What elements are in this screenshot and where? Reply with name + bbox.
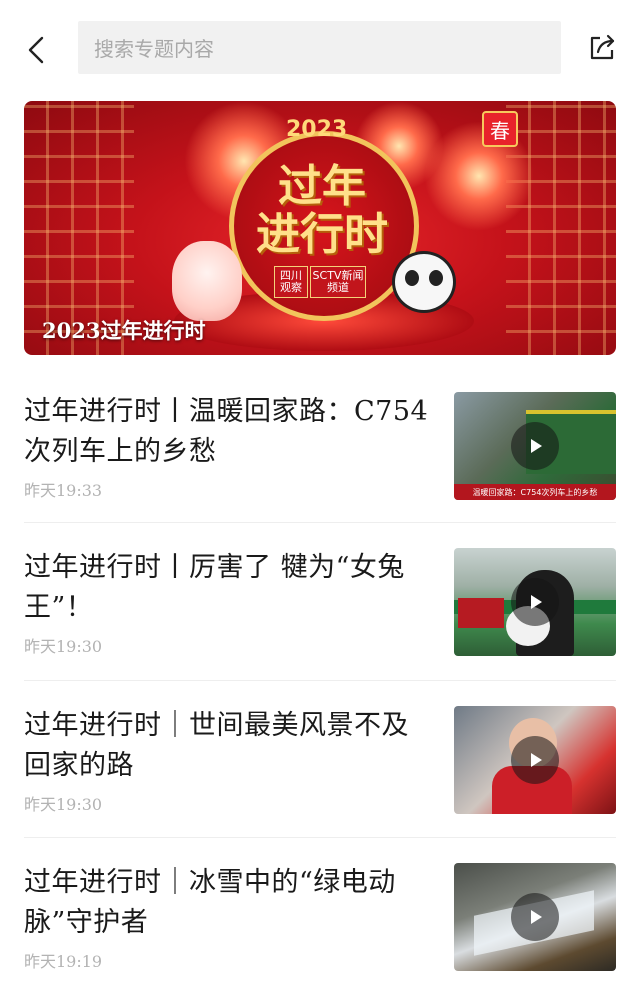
article-time: 昨天19:30 — [24, 637, 103, 656]
divider — [24, 837, 616, 838]
article-time: 昨天19:30 — [24, 795, 103, 814]
divider — [24, 522, 616, 523]
article-title: 过年进行时丨温暖回家路：C754次列车上的乡愁 — [24, 396, 429, 467]
list-item[interactable]: 过年进行时丨温暖回家路：C754次列车上的乡愁 昨天19:33 温暖回家路：C7… — [24, 392, 616, 502]
back-button[interactable] — [22, 30, 52, 70]
share-icon — [590, 34, 615, 60]
article-thumbnail — [454, 706, 616, 814]
play-icon[interactable] — [511, 422, 559, 470]
rabbit-mascot — [172, 241, 242, 321]
panda-mascot — [392, 251, 456, 313]
article-time: 昨天19:33 — [24, 481, 103, 500]
article-title: 过年进行时丨厉害了 犍为“女兔王”！ — [24, 552, 405, 623]
spring-badge: 春 — [482, 111, 518, 147]
list-item[interactable]: 过年进行时｜世间最美风景不及回家的路 昨天19:30 — [24, 706, 616, 816]
sichuan-observe-logo: 四川观察 — [274, 266, 308, 298]
article-time: 昨天19:19 — [24, 952, 103, 971]
article-title: 过年进行时｜冰雪中的“绿电动脉”守护者 — [24, 867, 396, 938]
search-input[interactable]: 搜索专题内容 — [78, 21, 561, 74]
play-icon[interactable] — [511, 893, 559, 941]
play-icon[interactable] — [511, 578, 559, 626]
banner-caption: 2023过年进行时 — [42, 318, 206, 343]
article-thumbnail — [454, 863, 616, 971]
list-item[interactable]: 过年进行时丨厉害了 犍为“女兔王”！ 昨天19:30 — [24, 548, 616, 658]
banner-main-title: 过年 进行时 — [252, 163, 392, 259]
topic-banner[interactable]: 2023 过年 进行时 四川观察 SCTV新闻频道 春 2023过年进行时 — [24, 101, 616, 355]
article-thumbnail — [454, 548, 616, 656]
search-placeholder: 搜索专题内容 — [94, 37, 214, 61]
thumbnail-caption: 温暖回家路：C754次列车上的乡愁 — [454, 484, 616, 500]
sign-board — [458, 598, 504, 628]
play-icon[interactable] — [511, 736, 559, 784]
back-arrow-icon — [28, 36, 44, 64]
banner-title-line1: 过年 — [278, 161, 366, 212]
banner-year: 2023 — [286, 117, 348, 142]
top-bar: 搜索专题内容 — [0, 0, 640, 98]
banner-title-line2: 进行时 — [256, 209, 388, 260]
sctv-logo: SCTV新闻频道 — [310, 266, 366, 298]
article-thumbnail: 温暖回家路：C754次列车上的乡愁 — [454, 392, 616, 500]
divider — [24, 680, 616, 681]
lattice-decoration — [506, 101, 616, 355]
article-title: 过年进行时｜世间最美风景不及回家的路 — [24, 710, 409, 781]
share-button[interactable] — [586, 30, 620, 64]
list-item[interactable]: 过年进行时｜冰雪中的“绿电动脉”守护者 昨天19:19 — [24, 863, 616, 973]
